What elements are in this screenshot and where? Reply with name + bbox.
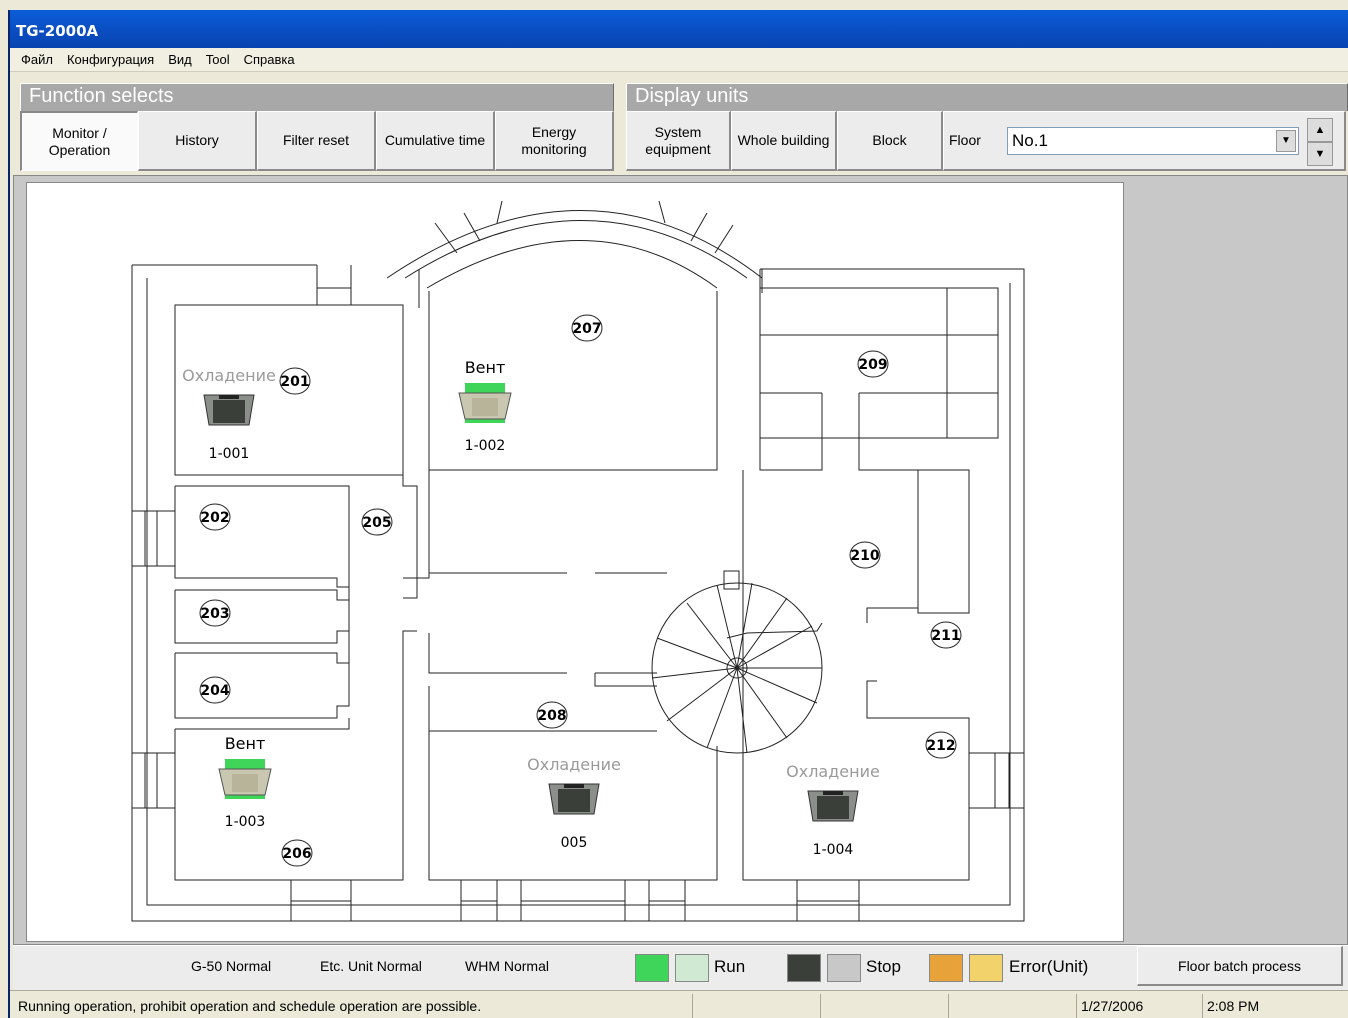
menu-file[interactable]: Файл — [14, 52, 60, 67]
whm-status: WHM Normal — [465, 958, 549, 974]
app-window: TG-2000A Файл Конфигурация Вид Tool Спра… — [8, 10, 1348, 1018]
unit-stop-icon — [203, 394, 255, 426]
unit-run-icon — [218, 759, 272, 799]
ac-unit-1-001[interactable]: Охладение 1-001 — [182, 366, 276, 462]
menu-configuration[interactable]: Конфигурация — [60, 52, 161, 67]
history-button[interactable]: History — [138, 111, 257, 171]
energy-monitoring-button[interactable]: Energy monitoring — [495, 111, 614, 171]
room-202: 202 — [200, 510, 229, 526]
function-selects-header: Function selects — [20, 83, 614, 111]
error-unit-icon — [929, 954, 963, 982]
ac-unit-1-002[interactable]: Вент 1-002 — [458, 358, 512, 454]
status-panel-empty — [948, 994, 1076, 1018]
whole-building-button[interactable]: Whole building — [731, 111, 837, 171]
ac-unit-1-003[interactable]: Вент 1-003 — [218, 734, 272, 830]
room-208: 208 — [537, 708, 566, 724]
title-bar: TG-2000A — [10, 10, 1348, 48]
legend-run: Run — [714, 957, 746, 976]
room-204: 204 — [200, 683, 229, 699]
status-date: 1/27/2006 — [1076, 994, 1202, 1018]
unit-run-icon — [458, 383, 512, 423]
floor-down-icon[interactable]: ▼ — [1307, 142, 1333, 166]
stop-fan-icon — [827, 954, 861, 982]
room-201: 201 — [280, 374, 309, 390]
status-bar: Running operation, prohibit operation an… — [10, 990, 1348, 1018]
etc-unit-status: Etc. Unit Normal — [320, 958, 422, 974]
status-time: 2:08 PM — [1202, 994, 1328, 1018]
menu-tool[interactable]: Tool — [199, 52, 237, 67]
unit-status: Охладение — [182, 366, 276, 385]
menu-bar: Файл Конфигурация Вид Tool Справка — [10, 48, 1348, 72]
window-title: TG-2000A — [16, 22, 99, 40]
filter-reset-button[interactable]: Filter reset — [257, 111, 376, 171]
room-211: 211 — [931, 628, 960, 644]
room-206: 206 — [282, 846, 311, 862]
unit-stop-icon — [807, 790, 859, 822]
chevron-down-icon[interactable]: ▼ — [1276, 130, 1296, 152]
monitor-operation-button[interactable]: Monitor / Operation — [20, 111, 138, 171]
room-207: 207 — [572, 321, 601, 337]
room-203: 203 — [200, 606, 229, 622]
unit-status: Охладение — [527, 755, 621, 774]
unit-id: 1-003 — [225, 814, 266, 830]
error-fan-icon — [969, 954, 1003, 982]
room-205: 205 — [362, 515, 391, 531]
floor-plan: 201 202 203 204 205 206 207 208 209 210 … — [26, 182, 1124, 942]
legend-error: Error(Unit) — [1009, 957, 1089, 976]
stop-unit-icon — [787, 954, 821, 982]
status-panel-empty — [820, 994, 948, 1018]
floor-up-icon[interactable]: ▲ — [1307, 118, 1333, 142]
floor-batch-process-button[interactable]: Floor batch process — [1137, 946, 1343, 986]
cumulative-time-button[interactable]: Cumulative time — [376, 111, 495, 171]
floor-map-area: 201 202 203 204 205 206 207 208 209 210 … — [13, 175, 1348, 945]
g50-status: G-50 Normal — [191, 958, 272, 974]
unit-id: 1-002 — [465, 438, 506, 454]
room-210: 210 — [850, 548, 879, 564]
menu-help[interactable]: Справка — [237, 52, 302, 67]
system-equipment-button[interactable]: System equipment — [626, 111, 731, 171]
run-unit-icon — [635, 954, 669, 982]
room-209: 209 — [858, 357, 887, 373]
display-units-header: Display units — [626, 83, 1348, 111]
floor-selector: Floor No.1 ▼ ▲ ▼ — [943, 111, 1346, 171]
status-message: Running operation, prohibit operation an… — [18, 998, 482, 1014]
ac-unit-005[interactable]: Охладение 005 — [527, 755, 621, 851]
legend-stop: Stop — [866, 957, 901, 976]
unit-stop-icon — [548, 783, 600, 815]
legend-bar: G-50 Normal Etc. Unit Normal WHM Normal … — [13, 945, 1348, 990]
floor-label: Floor — [949, 132, 981, 148]
status-panel-empty — [692, 994, 820, 1018]
unit-status: Вент — [225, 734, 266, 753]
unit-id: 005 — [561, 835, 588, 851]
menu-view[interactable]: Вид — [161, 52, 199, 67]
unit-id: 1-001 — [209, 446, 250, 462]
run-fan-icon — [675, 954, 709, 982]
floor-value: No.1 — [1012, 131, 1048, 150]
ac-unit-1-004[interactable]: Охладение 1-004 — [786, 762, 880, 858]
unit-status: Вент — [465, 358, 506, 377]
unit-status: Охладение — [786, 762, 880, 781]
floor-dropdown[interactable]: No.1 ▼ — [1007, 127, 1299, 155]
block-button[interactable]: Block — [837, 111, 943, 171]
unit-id: 1-004 — [813, 842, 854, 858]
room-212: 212 — [926, 738, 955, 754]
floor-plan-drawing: 201 202 203 204 205 206 207 208 209 210 … — [131, 200, 1025, 922]
